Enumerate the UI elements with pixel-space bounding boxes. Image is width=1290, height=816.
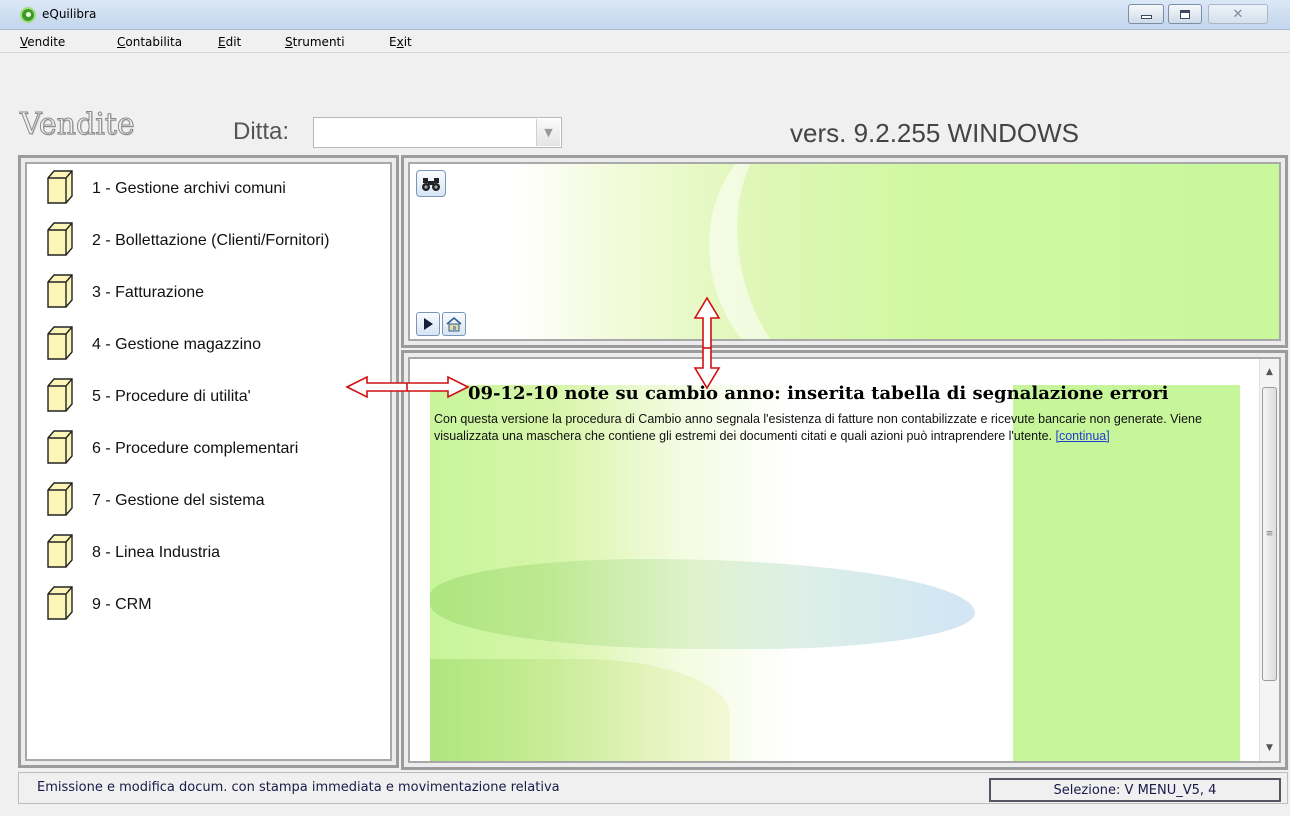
ditta-label: Ditta: <box>233 118 290 145</box>
menu-edit-label: dit <box>225 35 242 49</box>
selection-indicator: Selezione: V MENU_V5, 4 <box>989 778 1281 802</box>
search-button[interactable] <box>416 170 446 197</box>
tree-item-label: 9 - CRM <box>92 596 152 613</box>
tree-item-label: 7 - Gestione del sistema <box>92 492 265 509</box>
tree-item-gestione-archivi[interactable]: 1 - Gestione archivi comuni <box>27 166 390 216</box>
menu-vendite-label: endite <box>27 35 66 49</box>
app-window: eQuilibra ✕ Vendite Contabilita Edit Str… <box>0 0 1290 816</box>
menu-exit-first: E <box>389 35 397 49</box>
scroll-up-icon[interactable]: ▲ <box>1260 363 1279 381</box>
home-button[interactable] <box>442 312 466 336</box>
folder-icon <box>47 482 73 516</box>
folder-icon <box>47 222 73 256</box>
tree-item-label: 3 - Fatturazione <box>92 284 205 301</box>
tree-item-utilita[interactable]: 5 - Procedure di utilita' <box>27 374 390 424</box>
horizontal-splitter-arrow-icon[interactable] <box>345 375 470 399</box>
news-area: 09-12-10 note su cambio anno: inserita t… <box>408 357 1281 763</box>
toolbar-area <box>408 162 1281 341</box>
tree-item-fatturazione[interactable]: 3 - Fatturazione <box>27 270 390 320</box>
minimize-icon <box>1140 15 1152 19</box>
toolbar-panel <box>401 155 1288 348</box>
close-icon: ✕ <box>1232 6 1244 22</box>
menu-strumenti[interactable]: Strumenti <box>285 35 345 49</box>
window-title: eQuilibra <box>42 7 97 21</box>
play-button[interactable] <box>416 312 440 336</box>
folder-icon <box>47 586 73 620</box>
menu-exit-rest: it <box>403 35 412 49</box>
app-logo-icon <box>20 7 36 23</box>
scroll-down-icon[interactable]: ▼ <box>1260 739 1279 757</box>
menu-bar: Vendite Contabilita Edit Strumenti Exit <box>0 31 1290 53</box>
folder-icon <box>47 534 73 568</box>
menu-contabilita-label: ontabilita <box>125 35 183 49</box>
play-icon <box>424 318 433 330</box>
version-label: vers. 9.2.255 WINDOWS <box>790 118 1079 148</box>
binoculars-icon <box>422 177 440 191</box>
news-decoration <box>430 659 730 761</box>
news-title: 09-12-10 note su cambio anno: inserita t… <box>468 383 1169 404</box>
decorative-swoosh <box>685 164 955 339</box>
status-message: Emissione e modifica docum. con stampa i… <box>37 780 560 795</box>
tree-item-label: 5 - Procedure di utilita' <box>92 388 251 405</box>
menu-edit[interactable]: Edit <box>218 35 241 49</box>
menu-strumenti-label: trumenti <box>292 35 345 49</box>
menu-exit-mnemonic: x <box>396 35 404 49</box>
close-button[interactable]: ✕ <box>1208 4 1268 24</box>
tree-item-linea-industria[interactable]: 8 - Linea Industria <box>27 530 390 580</box>
tree-item-label: 8 - Linea Industria <box>92 544 221 561</box>
vertical-splitter-arrow-icon[interactable] <box>693 296 721 390</box>
title-bar[interactable]: eQuilibra ✕ <box>0 0 1290 30</box>
maximize-button[interactable] <box>1168 4 1202 24</box>
module-title: Vendite <box>20 107 136 142</box>
menu-vendite[interactable]: Vendite <box>20 35 65 49</box>
minimize-button[interactable] <box>1128 4 1164 24</box>
menu-edit-mnemonic: E <box>218 35 226 49</box>
folder-icon <box>47 274 73 308</box>
tree-item-crm[interactable]: 9 - CRM <box>27 582 390 632</box>
grip-icon: ≡ <box>1265 528 1274 539</box>
tree-item-label: 2 - Bollettazione (Clienti/Fornitori) <box>92 232 330 249</box>
menu-exit[interactable]: Exit <box>389 35 412 49</box>
tree-item-bollettazione[interactable]: 2 - Bollettazione (Clienti/Fornitori) <box>27 218 390 268</box>
menu-contabilita[interactable]: Contabilita <box>117 35 182 49</box>
folder-icon <box>47 326 73 360</box>
news-body: Con questa versione la procedura di Camb… <box>434 411 1246 445</box>
news-panel: 09-12-10 note su cambio anno: inserita t… <box>401 350 1288 770</box>
continua-link[interactable]: [continua] <box>1056 429 1110 443</box>
maximize-icon <box>1180 9 1190 19</box>
home-icon <box>446 316 462 332</box>
folder-icon <box>47 430 73 464</box>
status-bar: Emissione e modifica docum. con stampa i… <box>18 772 1288 804</box>
menu-strumenti-mnemonic: S <box>285 35 293 49</box>
tree-item-label: 6 - Procedure complementari <box>92 440 299 457</box>
folder-icon <box>47 378 73 412</box>
tree-item-label: 4 - Gestione magazzino <box>92 336 261 353</box>
menu-tree: 1 - Gestione archivi comuni 2 - Bolletta… <box>25 162 392 761</box>
vertical-scrollbar[interactable]: ▲ ≡ ▼ <box>1259 359 1279 761</box>
scroll-thumb[interactable]: ≡ <box>1262 387 1277 681</box>
tree-item-complementari[interactable]: 6 - Procedure complementari <box>27 426 390 476</box>
tree-item-label: 1 - Gestione archivi comuni <box>92 180 286 197</box>
menu-tree-panel: 1 - Gestione archivi comuni 2 - Bolletta… <box>18 155 399 768</box>
tree-item-sistema[interactable]: 7 - Gestione del sistema <box>27 478 390 528</box>
folder-icon <box>47 170 73 204</box>
chevron-down-icon[interactable]: ▼ <box>536 119 560 146</box>
tree-item-magazzino[interactable]: 4 - Gestione magazzino <box>27 322 390 372</box>
ditta-dropdown[interactable]: ▼ <box>313 117 562 148</box>
